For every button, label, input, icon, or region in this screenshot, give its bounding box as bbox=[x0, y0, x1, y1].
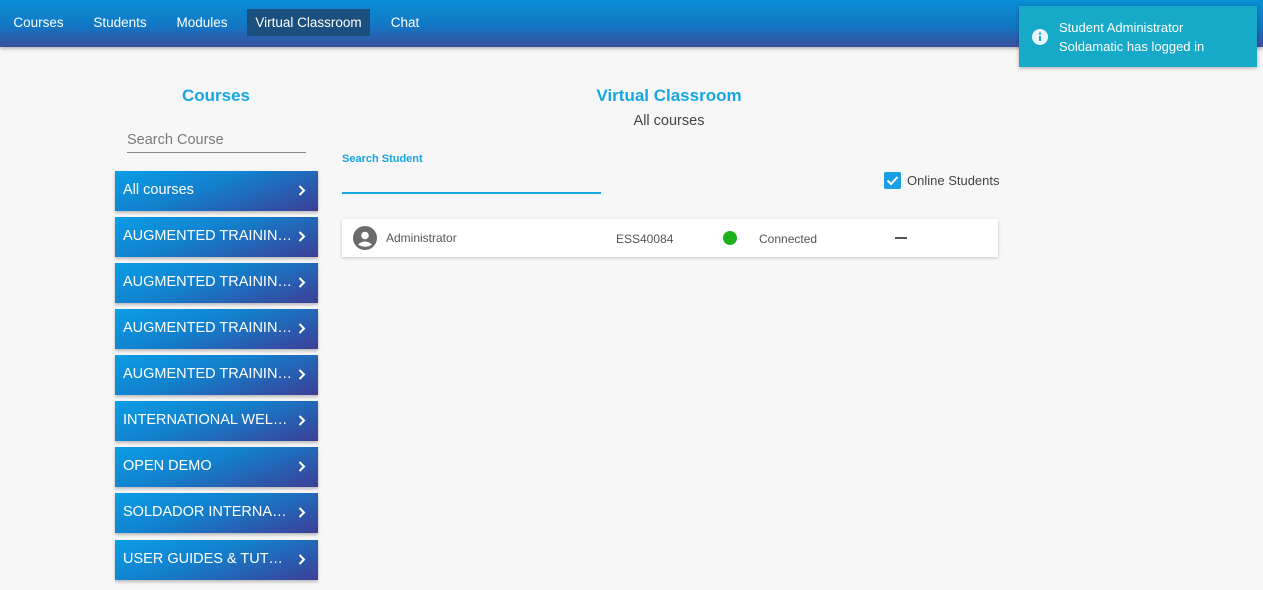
online-students-checkbox[interactable] bbox=[884, 172, 901, 189]
nav-modules[interactable]: Modules bbox=[167, 9, 237, 36]
course-item[interactable]: AUGMENTED TRAINING... bbox=[115, 263, 318, 303]
course-label: OPEN DEMO bbox=[123, 458, 212, 474]
chevron-right-icon bbox=[298, 231, 306, 242]
search-student-label: Search Student bbox=[342, 153, 423, 165]
online-students-label: Online Students bbox=[907, 173, 1000, 188]
student-status: Connected bbox=[759, 232, 818, 246]
chevron-right-icon bbox=[298, 369, 306, 380]
nav-courses[interactable]: Courses bbox=[5, 9, 72, 36]
course-item-all-courses[interactable]: All courses bbox=[115, 171, 318, 211]
course-item[interactable]: INTERNATIONAL WELDING... bbox=[115, 401, 318, 441]
chevron-right-icon bbox=[298, 507, 306, 518]
course-item[interactable]: SOLDADOR INTERNACIONAL... bbox=[115, 493, 318, 533]
course-item-open-demo[interactable]: OPEN DEMO bbox=[115, 447, 318, 487]
course-label: AUGMENTED TRAINING... bbox=[123, 320, 293, 336]
student-row[interactable]: Administrator ESS40084 Connected bbox=[342, 219, 998, 257]
login-toast[interactable]: Student Administrator Soldamatic has log… bbox=[1019, 6, 1257, 67]
chevron-right-icon bbox=[298, 461, 306, 472]
course-label: INTERNATIONAL WELDING... bbox=[123, 412, 293, 428]
course-label: AUGMENTED TRAINING... bbox=[123, 366, 293, 382]
chevron-right-icon bbox=[298, 323, 306, 334]
course-item[interactable]: AUGMENTED TRAINING... bbox=[115, 217, 318, 257]
nav-virtual-classroom[interactable]: Virtual Classroom bbox=[247, 9, 370, 36]
chevron-right-icon bbox=[298, 277, 306, 288]
student-id: ESS40084 bbox=[616, 232, 674, 246]
course-label: SOLDADOR INTERNACIONAL... bbox=[123, 504, 293, 520]
status-indicator bbox=[723, 231, 737, 245]
course-label: USER GUIDES & TUTORIALS... bbox=[123, 551, 293, 567]
page-title: Virtual Classroom bbox=[596, 86, 742, 105]
course-item[interactable]: AUGMENTED TRAINING... bbox=[115, 309, 318, 349]
course-label: AUGMENTED TRAINING... bbox=[123, 228, 293, 244]
nav-students[interactable]: Students bbox=[84, 9, 156, 36]
search-student-input[interactable] bbox=[342, 170, 601, 194]
minus-icon[interactable] bbox=[895, 237, 907, 239]
nav-chat[interactable]: Chat bbox=[381, 9, 429, 36]
toast-line-2: Soldamatic has logged in bbox=[1059, 39, 1205, 54]
chevron-right-icon bbox=[298, 185, 306, 196]
chevron-right-icon bbox=[298, 415, 306, 426]
toast-line-1: Student Administrator bbox=[1059, 20, 1184, 35]
course-label: All courses bbox=[123, 182, 194, 198]
courses-title: Courses bbox=[181, 86, 251, 105]
check-icon bbox=[886, 176, 899, 186]
course-item[interactable]: AUGMENTED TRAINING... bbox=[115, 355, 318, 395]
student-name: Administrator bbox=[386, 231, 457, 245]
chevron-right-icon bbox=[298, 554, 306, 565]
user-avatar-icon bbox=[353, 226, 377, 250]
page-subtitle: All courses bbox=[633, 113, 705, 129]
course-label: AUGMENTED TRAINING... bbox=[123, 274, 293, 290]
search-course-input[interactable] bbox=[127, 127, 306, 153]
info-icon bbox=[1032, 29, 1048, 45]
course-item[interactable]: USER GUIDES & TUTORIALS... bbox=[115, 540, 318, 580]
